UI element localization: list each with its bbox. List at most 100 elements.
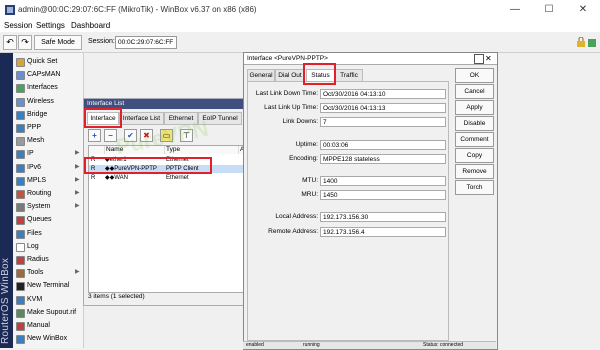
sidebar-icon [16, 163, 25, 173]
sidebar-icon [16, 176, 25, 186]
sidebar-item-make-supout-rif[interactable]: Make Supout.rif [13, 306, 83, 319]
field-label: Encoding: [289, 155, 318, 162]
sidebar-icon [16, 97, 25, 107]
sidebar-item-interfaces[interactable]: Interfaces [13, 81, 83, 94]
sidebar-item-capsman[interactable]: CAPsMAN [13, 68, 83, 81]
undo-icon[interactable]: ↶ [3, 35, 17, 50]
field-value: 1450 [320, 190, 446, 200]
sidebar-item-label: Routing [27, 190, 52, 197]
add-icon[interactable]: + [88, 129, 101, 142]
table-row[interactable]: R ◆ether1 Ethernet [89, 156, 243, 164]
cell-type: Ethernet [166, 175, 189, 181]
cell-flag: R [91, 166, 96, 172]
minimize-button[interactable]: — [498, 0, 532, 20]
sidebar-item-queues[interactable]: Queues [13, 213, 83, 226]
cell-type: PPTP Client [166, 166, 199, 172]
comment-button[interactable]: Comment [455, 132, 494, 147]
status-panel: Last Link Down Time: Oct/30/2016 04:13:10… [247, 81, 449, 341]
sidebar-item-manual[interactable]: Manual [13, 319, 83, 332]
sidebar-icon [16, 58, 25, 67]
tab-interface-list[interactable]: Interface List [119, 112, 164, 125]
sidebar-icon [16, 295, 25, 305]
cancel-button[interactable]: Cancel [455, 84, 494, 99]
sidebar-item-label: CAPsMAN [27, 71, 61, 79]
tab-interface[interactable]: Interface [87, 112, 119, 125]
cell-flag: R [91, 157, 96, 163]
sidebar-item-ppp[interactable]: PPP [13, 121, 83, 134]
table-row[interactable]: R ◆◆WAN Ethernet [89, 174, 243, 182]
sidebar-icon [16, 269, 25, 279]
cell-name: ◆◆WAN [105, 175, 129, 181]
cell-type: Ethernet [166, 157, 189, 163]
cell-name: ◆◆PureVPN-PPTP [105, 166, 157, 172]
remove-button[interactable]: Remove [455, 164, 494, 179]
redo-icon[interactable]: ↷ [18, 35, 32, 50]
sidebar-item-label: New Terminal [27, 282, 70, 290]
copy-button[interactable]: Copy [455, 148, 494, 163]
cell-flag: R [91, 175, 96, 181]
submenu-arrow-icon: ▶ [75, 176, 80, 183]
sidebar-item-label: IPv6 [27, 163, 42, 171]
sidebar-item-mpls[interactable]: MPLS ▶ [13, 174, 83, 187]
sidebar-item-mesh[interactable]: Mesh [13, 134, 83, 147]
session-field[interactable]: 00:0C:29:07:6C:FF [115, 36, 177, 49]
dialog-maximize-icon[interactable] [474, 54, 484, 64]
sidebar-item-kvm[interactable]: KVM [13, 293, 83, 306]
field-label: MRU: [301, 191, 318, 198]
sidebar-item-routing[interactable]: Routing ▶ [13, 187, 83, 200]
field-label: Link Downs: [282, 118, 318, 125]
window-titlebar: admin@00:0C:29:07:6C:FF (MikroTik) - Win… [0, 0, 600, 21]
field-value: 192.173.156.4 [320, 227, 446, 237]
sidebar-item-ip[interactable]: IP ▶ [13, 147, 83, 160]
sidebar-icon [16, 308, 25, 318]
maximize-button[interactable]: ☐ [532, 0, 566, 20]
toolbar: ↶ ↷ Safe Mode Session: 00:0C:29:07:6C:FF [0, 32, 600, 53]
submenu-arrow-icon: ▶ [75, 203, 80, 210]
interface-list-title: Interface List [84, 99, 244, 109]
close-button[interactable]: ✕ [566, 0, 600, 20]
safe-mode-button[interactable]: Safe Mode [34, 35, 82, 50]
sidebar-item-wireless[interactable]: Wireless [13, 95, 83, 108]
torch-button[interactable]: Torch [455, 180, 494, 195]
menu-bar: Session Settings Dashboard [0, 20, 600, 32]
sidebar-item-label: Quick Set [27, 58, 58, 65]
menu-settings[interactable]: Settings [36, 21, 65, 30]
table-row[interactable]: R ◆◆PureVPN-PPTP PPTP Client [89, 165, 243, 173]
field-label: Uptime: [295, 141, 318, 148]
interface-table: Name Type A R◆ether1EthernetR◆◆PureVPN-P… [88, 145, 244, 293]
sidebar-icon [16, 322, 25, 331]
sidebar-item-new-terminal[interactable]: New Terminal [13, 279, 83, 292]
column-flag [89, 146, 105, 154]
sidebar-item-new-winbox[interactable]: New WinBox [13, 332, 83, 345]
field-value: MPPE128 stateless [320, 154, 446, 164]
sidebar-icon [16, 282, 25, 292]
field-label: Local Address: [275, 213, 318, 220]
status-enabled: enabled [246, 342, 264, 348]
status-connected: Status: connected [423, 342, 464, 348]
sidebar-icon [16, 216, 25, 226]
sidebar-item-ipv6[interactable]: IPv6 ▶ [13, 161, 83, 174]
menu-dashboard[interactable]: Dashboard [71, 21, 110, 30]
sidebar-item-label: Queues [27, 216, 52, 224]
sidebar-item-log[interactable]: Log [13, 240, 83, 253]
sidebar-item-tools[interactable]: Tools ▶ [13, 266, 83, 279]
ok-button[interactable]: OK [455, 68, 494, 83]
submenu-arrow-icon: ▶ [75, 163, 80, 170]
sidebar-item-files[interactable]: Files [13, 227, 83, 240]
apply-button[interactable]: Apply [455, 100, 494, 115]
menu-session[interactable]: Session [4, 21, 32, 30]
sidebar-item-system[interactable]: System ▶ [13, 200, 83, 213]
sidebar-icon [16, 137, 25, 147]
sidebar-item-label: PPP [27, 124, 42, 131]
interface-dialog-title: Interface <PureVPN-PPTP> ✕ [244, 53, 497, 65]
disable-button[interactable]: Disable [455, 116, 494, 131]
sidebar-item-label: Radius [27, 256, 49, 263]
side-strip-text: RouterOS WinBox [0, 257, 11, 344]
sidebar-item-label: New WinBox [27, 335, 68, 343]
sidebar-item-quick-set[interactable]: Quick Set [13, 55, 83, 68]
sidebar-icon [16, 256, 25, 265]
dialog-close-icon[interactable]: ✕ [485, 53, 492, 64]
interface-dialog: Interface <PureVPN-PPTP> ✕ General Dial … [243, 52, 498, 350]
sidebar-item-radius[interactable]: Radius [13, 253, 83, 266]
sidebar-item-bridge[interactable]: Bridge [13, 108, 83, 121]
